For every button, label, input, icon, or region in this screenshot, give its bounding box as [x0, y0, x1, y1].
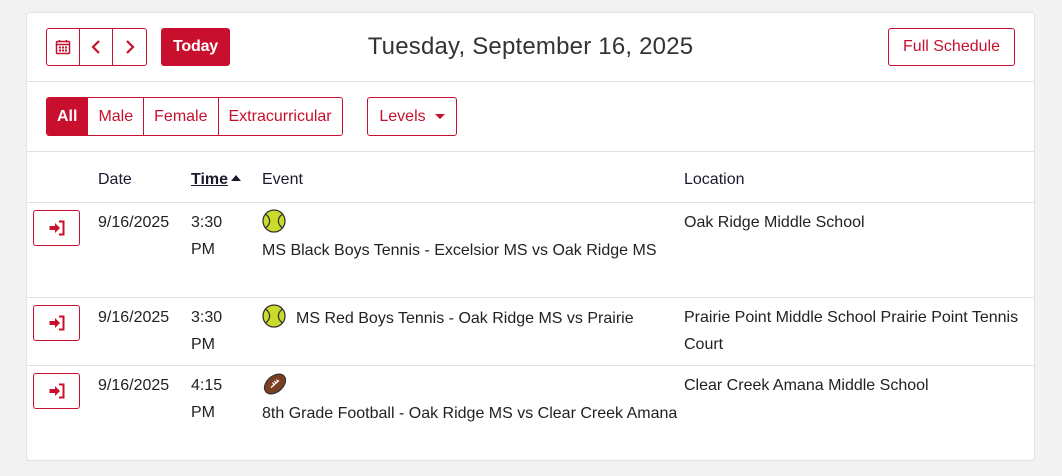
sign-in-icon: [49, 315, 64, 330]
football-icon: [263, 373, 287, 394]
header-date: Date: [98, 152, 191, 203]
sort-ascending-icon: [231, 174, 242, 181]
row-date: 9/16/2025: [98, 202, 191, 298]
table-row: 9/16/2025 4:15 PM 8th Grade Football - Oa…: [27, 365, 1034, 461]
current-date-title: Tuesday, September 16, 2025: [367, 33, 694, 60]
row-event-title: MS Red Boys Tennis - Oak Ridge MS vs Pra…: [296, 309, 634, 327]
row-date: 9/16/2025: [98, 297, 191, 366]
table-header-row: Date Time Event Location: [27, 152, 1034, 203]
row-time-hour: 4:15: [191, 376, 223, 394]
tennis-ball-icon: [262, 208, 286, 233]
header-location: Location: [684, 152, 1034, 203]
event-details-button[interactable]: [33, 372, 80, 409]
filter-extracurricular[interactable]: Extracurricular: [219, 98, 342, 135]
row-location: Clear Creek Amana Middle School: [684, 365, 1034, 461]
row-event-title: MS Black Boys Tennis - Excelsior MS vs O…: [262, 241, 657, 259]
tennis-ball-icon: [262, 303, 286, 328]
levels-dropdown[interactable]: Levels: [367, 97, 457, 136]
row-location: Prairie Point Middle School Prairie Poin…: [684, 297, 1034, 366]
row-time-ampm: PM: [191, 240, 215, 258]
header-action-col: [27, 152, 98, 203]
filter-bar: All Male Female Extracurricular Levels: [27, 82, 1034, 152]
filter-male[interactable]: Male: [88, 98, 145, 135]
schedule-card: Today Tuesday, September 16, 2025 Full S…: [26, 12, 1035, 461]
filter-female[interactable]: Female: [144, 98, 219, 135]
row-time-ampm: PM: [191, 403, 215, 421]
events-table: Date Time Event Location 9/16/2025 3:30 P: [27, 152, 1034, 461]
caret-down-icon: [434, 114, 445, 119]
gender-filter-group: All Male Female Extracurricular: [46, 97, 343, 136]
event-details-button[interactable]: [33, 304, 80, 341]
row-date: 9/16/2025: [98, 365, 191, 461]
schedule-toolbar: Today Tuesday, September 16, 2025 Full S…: [27, 13, 1034, 82]
levels-label: Levels: [379, 107, 426, 125]
row-time-hour: 3:30: [191, 213, 223, 231]
sign-in-icon: [49, 383, 64, 398]
full-schedule-button[interactable]: Full Schedule: [888, 28, 1015, 66]
header-time-sort-link[interactable]: Time: [191, 171, 228, 188]
header-event-label: Event: [262, 170, 303, 188]
table-row: 9/16/2025 3:30 PM MS Red Boys Tennis - Oa…: [27, 297, 1034, 366]
sign-in-icon: [49, 220, 64, 235]
event-details-button[interactable]: [33, 209, 80, 246]
header-time[interactable]: Time: [191, 152, 262, 203]
header-location-label: Location: [684, 170, 745, 188]
row-time-ampm: PM: [191, 335, 215, 353]
row-location: Oak Ridge Middle School: [684, 202, 1034, 298]
row-time-hour: 3:30: [191, 308, 223, 326]
filter-all[interactable]: All: [47, 98, 89, 135]
header-date-label: Date: [98, 170, 132, 188]
row-event-title: 8th Grade Football - Oak Ridge MS vs Cle…: [262, 404, 678, 422]
table-row: 9/16/2025 3:30 PM MS Black Boys Tennis - …: [27, 202, 1034, 298]
header-event: Event: [262, 152, 684, 203]
